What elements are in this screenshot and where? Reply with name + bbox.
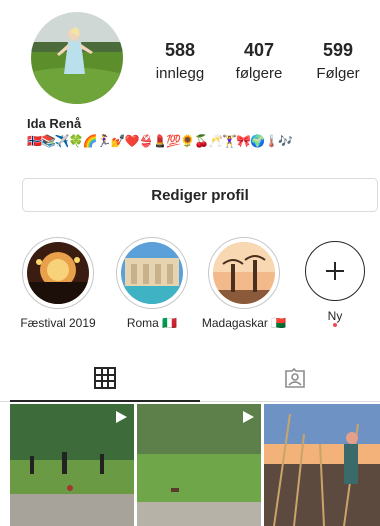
post-thumbnail-image	[264, 404, 380, 526]
plus-icon	[326, 262, 344, 280]
highlight-festival-image	[27, 242, 89, 304]
followers-count-label: følgere	[235, 65, 283, 82]
posts-count[interactable]: 588 innlegg	[150, 39, 210, 83]
notification-dot	[333, 323, 337, 327]
highlight-roma[interactable]	[116, 237, 188, 309]
posts-count-value: 588	[164, 40, 196, 60]
tagged-icon	[285, 367, 305, 388]
video-icon	[243, 411, 254, 423]
highlight-madagaskar[interactable]	[208, 237, 280, 309]
posts-count-label: innlegg	[155, 65, 205, 82]
profile-avatar[interactable]	[31, 12, 123, 104]
tab-active-indicator	[10, 400, 200, 402]
video-icon	[116, 411, 127, 423]
followers-count[interactable]: 407 følgere	[228, 39, 290, 83]
followers-count-value: 407	[243, 40, 275, 60]
new-highlight-label: Ny	[327, 309, 343, 323]
highlight-festival[interactable]	[22, 237, 94, 309]
highlight-roma-ring	[116, 237, 188, 309]
new-highlight-button[interactable]	[305, 241, 365, 301]
post-thumbnail[interactable]	[264, 404, 380, 526]
post-thumbnail[interactable]	[10, 404, 134, 526]
following-count[interactable]: 599 Følger	[308, 39, 368, 83]
post-thumbnail[interactable]	[137, 404, 261, 526]
highlight-festival-label: Fæstival 2019	[20, 316, 96, 330]
highlight-madagaskar-image	[213, 242, 275, 304]
highlight-festival-ring	[22, 237, 94, 309]
following-count-label: Følger	[316, 65, 360, 82]
tab-grid[interactable]	[88, 364, 122, 392]
highlight-roma-label: Roma 🇮🇹	[126, 316, 178, 330]
profile-name: Ida Renå	[27, 116, 82, 131]
edit-profile-button[interactable]: Rediger profil	[22, 178, 378, 212]
highlight-madagaskar-ring	[208, 237, 280, 309]
avatar-photo	[31, 12, 123, 104]
following-count-value: 599	[322, 40, 354, 60]
grid-icon	[94, 367, 116, 389]
profile-bio: 🇳🇴📚✈️🍀🌈🏃‍♀️💅❤️👙💄💯🌻🍒🥂🏋️‍♀️🎀🌍🌡️🎶	[27, 134, 293, 148]
highlight-roma-image	[121, 242, 183, 304]
highlight-madagaskar-label: Madagaskar 🇲🇬	[201, 316, 287, 330]
tab-tagged[interactable]	[278, 364, 312, 392]
